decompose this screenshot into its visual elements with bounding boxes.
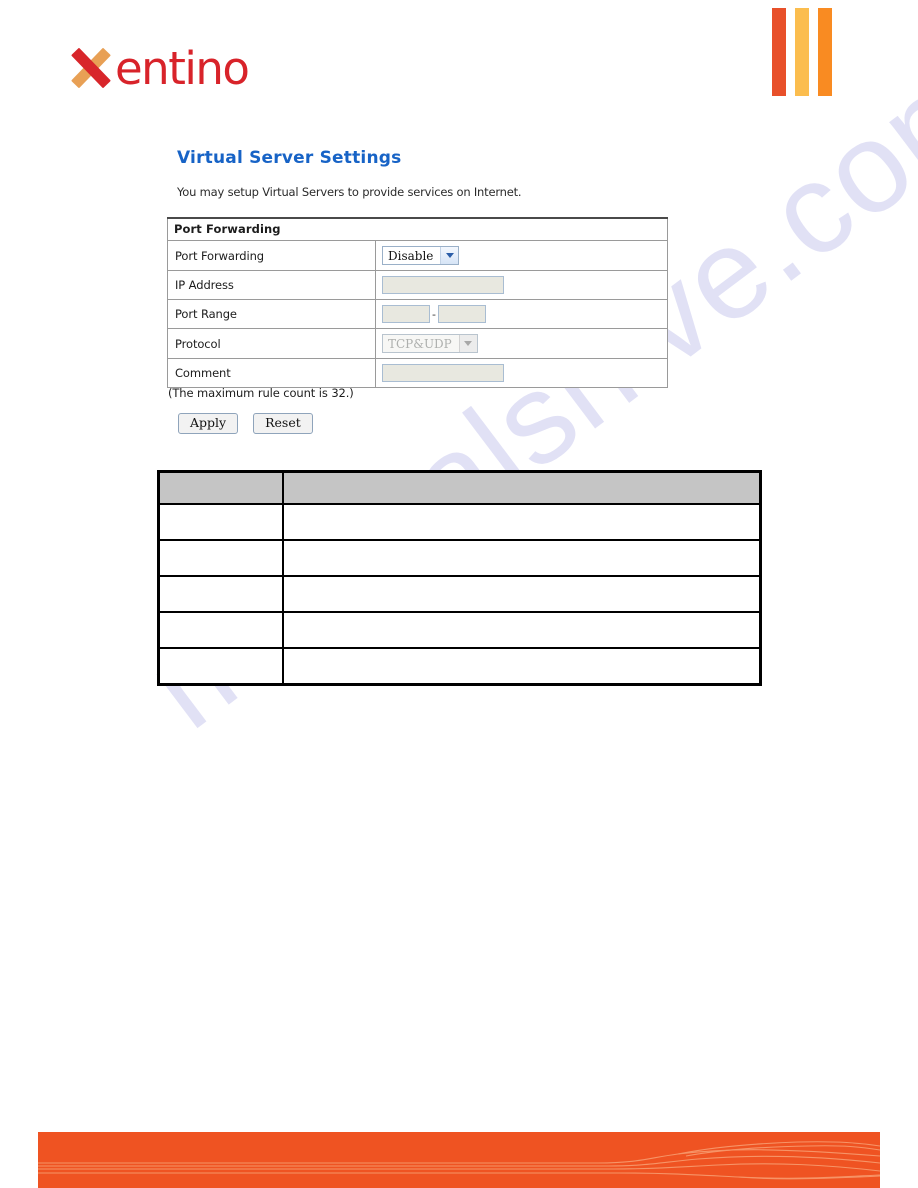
page-footer-banner: [38, 1132, 880, 1188]
field-port-forwarding: Disable: [375, 240, 668, 271]
port-range-end-input[interactable]: [437, 305, 486, 323]
settings-panel-header-label: Port Forwarding: [167, 217, 668, 241]
footer-wave-decoration: [38, 1141, 880, 1180]
field-ip-address: [375, 270, 668, 300]
description-header-cell-2: [281, 470, 762, 505]
description-cell-text: [281, 503, 762, 541]
description-cell-text: [281, 647, 762, 686]
description-cell-term: [157, 575, 284, 613]
description-cell-text: [281, 575, 762, 613]
row-port-range: Port Range -: [167, 299, 668, 329]
description-cell-text: [281, 611, 762, 649]
field-comment: [375, 358, 668, 388]
port-range-separator: -: [432, 307, 436, 321]
brand-name: entino: [115, 41, 250, 95]
header-bar-red-orange: [772, 8, 786, 96]
header-bar-orange: [818, 8, 832, 96]
protocol-select-value: TCP&UDP: [388, 336, 452, 351]
field-port-range: -: [375, 299, 668, 329]
ip-address-input[interactable]: [382, 276, 504, 294]
row-protocol: Protocol TCP&UDP: [167, 328, 668, 359]
label-ip-address: IP Address: [167, 270, 376, 300]
description-cell-text: [281, 539, 762, 577]
rule-count-note: (The maximum rule count is 32.): [168, 386, 354, 400]
table-row: [157, 575, 762, 613]
brand-logo: entino: [70, 41, 250, 95]
page-title: Virtual Server Settings: [177, 148, 402, 168]
label-port-forwarding: Port Forwarding: [167, 240, 376, 271]
description-table-header-row: [157, 470, 762, 505]
reset-button[interactable]: Reset: [253, 413, 313, 435]
port-forwarding-select[interactable]: Disable: [382, 246, 460, 265]
port-range-start-input[interactable]: [382, 305, 430, 323]
description-cell-term: [157, 611, 284, 649]
table-row: [157, 611, 762, 649]
row-port-forwarding: Port Forwarding Disable: [167, 240, 668, 271]
description-cell-term: [157, 539, 284, 577]
table-row: [157, 503, 762, 541]
description-table: [157, 470, 762, 686]
page-subtitle: You may setup Virtual Servers to provide…: [177, 185, 522, 199]
chevron-down-icon[interactable]: [440, 247, 459, 264]
x-mark-icon: [70, 46, 112, 90]
description-header-cell-1: [157, 470, 284, 505]
settings-panel-header-row: Port Forwarding: [167, 217, 668, 241]
label-protocol: Protocol: [167, 328, 376, 359]
table-row: [157, 539, 762, 577]
row-ip-address: IP Address: [167, 270, 668, 300]
row-comment: Comment: [167, 358, 668, 388]
port-forwarding-select-value: Disable: [388, 248, 434, 263]
label-port-range: Port Range: [167, 299, 376, 329]
chevron-down-icon[interactable]: [458, 335, 477, 352]
protocol-select[interactable]: TCP&UDP: [382, 334, 478, 353]
apply-button[interactable]: Apply: [178, 413, 239, 435]
field-protocol: TCP&UDP: [375, 328, 668, 359]
port-forwarding-settings-table: Port Forwarding Port Forwarding Disable …: [167, 217, 668, 388]
header-accent-bars: [772, 8, 832, 96]
action-buttons: Apply Reset: [178, 413, 313, 435]
label-comment: Comment: [167, 358, 376, 388]
header-bar-light-orange: [795, 8, 809, 96]
comment-input[interactable]: [382, 364, 504, 382]
page-header: entino: [0, 0, 918, 120]
table-row: [157, 647, 762, 686]
description-cell-term: [157, 647, 284, 686]
description-cell-term: [157, 503, 284, 541]
